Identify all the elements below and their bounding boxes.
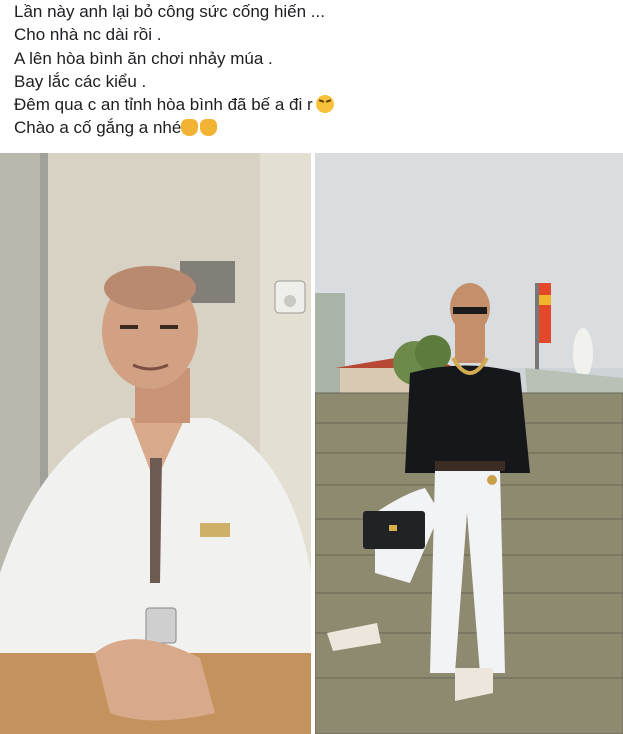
post-text: Lần này anh lại bỏ công sức cống hiến ..… bbox=[14, 0, 614, 140]
post-line-text: Chào a cố gắng a nhé bbox=[14, 118, 182, 138]
post-line: Cho nhà nc dài rồi . bbox=[14, 25, 162, 45]
post-line-text: Đêm qua c an tỉnh hòa bình đã bế a đi r bbox=[14, 95, 313, 115]
tired-face-icon bbox=[315, 95, 334, 114]
photo-right-illustration bbox=[315, 153, 623, 734]
photo-left-illustration bbox=[0, 153, 311, 734]
clapping-hands-icon bbox=[181, 119, 199, 137]
clapping-hands-icon bbox=[200, 119, 218, 137]
post-line-with-emoji: Đêm qua c an tỉnh hòa bình đã bế a đi r bbox=[14, 93, 614, 116]
post-line: A lên hòa bình ăn chơi nhảy múa . bbox=[14, 48, 273, 68]
post-line: Bay lắc các kiểu . bbox=[14, 71, 147, 91]
post-line: Lần này anh lại bỏ công sức cống hiến ..… bbox=[14, 2, 325, 21]
post-line-with-emoji: Chào a cố gắng a nhé bbox=[14, 116, 614, 139]
photo-right[interactable] bbox=[315, 153, 623, 734]
photo-left[interactable] bbox=[0, 153, 311, 734]
